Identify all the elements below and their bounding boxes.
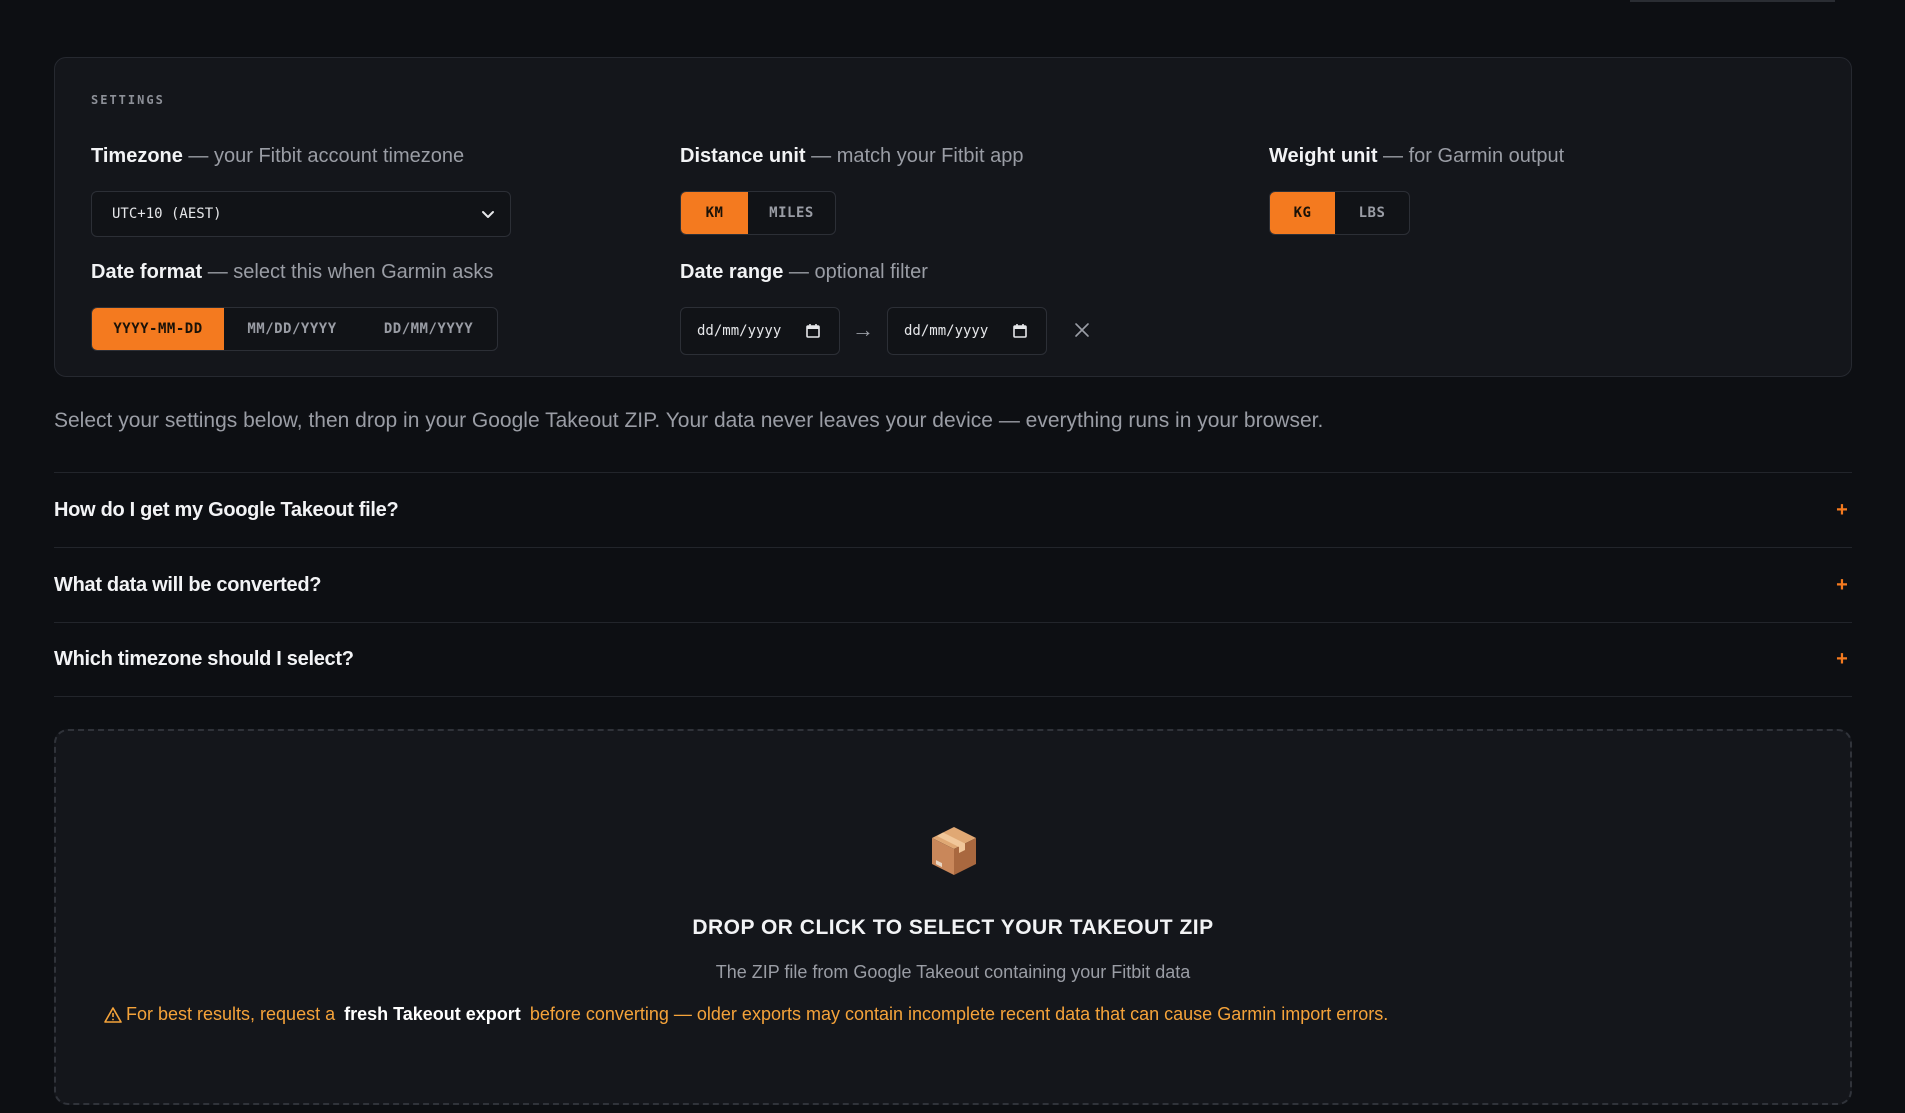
date-format-field: Date format — select this when Garmin as…	[91, 261, 498, 351]
weight-option-lbs[interactable]: LBS	[1335, 192, 1409, 234]
date-range-label-text: Date range	[680, 261, 784, 283]
calendar-icon[interactable]	[805, 323, 821, 339]
chevron-down-icon	[482, 211, 494, 218]
weight-unit-field: Weight unit — for Garmin output KG LBS	[1269, 145, 1564, 235]
faq-question: How do I get my Google Takeout file?	[54, 498, 399, 521]
weight-unit-label-text: Weight unit	[1269, 145, 1378, 167]
date-format-option-mm-dd-yyyy[interactable]: MM/DD/YYYY	[224, 308, 360, 350]
faq-question: Which timezone should I select?	[54, 648, 354, 670]
expand-plus-icon[interactable]: +	[1832, 574, 1852, 597]
warning-icon	[104, 1006, 122, 1023]
distance-unit-label-text: Distance unit	[680, 145, 806, 167]
date-format-option-yyyy-mm-dd[interactable]: YYYY-MM-DD	[92, 308, 224, 350]
date-end-placeholder: dd/mm/yyyy	[904, 323, 989, 339]
faq-item[interactable]: Which timezone should I select? +	[54, 622, 1852, 697]
dropzone-subtitle: The ZIP file from Google Takeout contain…	[715, 962, 1191, 982]
timezone-selected-value: UTC+10 (AEST)	[112, 206, 222, 222]
distance-option-km[interactable]: KM	[681, 192, 748, 234]
date-format-option-dd-mm-yyyy[interactable]: DD/MM/YYYY	[360, 308, 497, 350]
date-format-hint: — select this when Garmin asks	[202, 261, 494, 283]
faq-question: What data will be converted?	[54, 573, 322, 596]
date-range-start-input[interactable]: dd/mm/yyyy	[680, 307, 840, 355]
distance-unit-field: Distance unit — match your Fitbit app KM…	[680, 145, 1023, 235]
date-range-field: Date range — optional filter dd/mm/yyyy …	[680, 261, 1180, 361]
warning-text-strong: fresh Takeout export	[344, 1004, 521, 1024]
top-edge-divider	[1630, 0, 1835, 2]
faq-list: How do I get my Google Takeout file? + W…	[54, 472, 1852, 697]
timezone-select[interactable]: UTC+10 (AEST)	[91, 191, 511, 237]
timezone-field: Timezone — your Fitbit account timezone …	[91, 145, 511, 237]
weight-unit-hint: — for Garmin output	[1377, 145, 1565, 167]
date-range-hint: — optional filter	[783, 261, 928, 283]
package-box-icon	[932, 827, 976, 875]
date-range-label: Date range — optional filter	[680, 261, 1180, 284]
settings-panel: SETTINGS Timezone — your Fitbit account …	[54, 57, 1852, 377]
faq-item[interactable]: What data will be converted? +	[54, 547, 1852, 622]
distance-unit-toggle: KM MILES	[680, 191, 836, 235]
date-range-end-input[interactable]: dd/mm/yyyy	[887, 307, 1047, 355]
settings-heading: SETTINGS	[91, 93, 165, 107]
dropzone-title: DROP OR CLICK TO SELECT YOUR TAKEOUT ZIP	[692, 916, 1214, 939]
date-format-toggle: YYYY-MM-DD MM/DD/YYYY DD/MM/YYYY	[91, 307, 498, 351]
date-format-label-text: Date format	[91, 261, 203, 283]
timezone-hint: — your Fitbit account timezone	[182, 145, 465, 167]
timezone-label: Timezone — your Fitbit account timezone	[91, 145, 464, 168]
distance-unit-label: Distance unit — match your Fitbit app	[680, 145, 1023, 168]
date-format-label: Date format — select this when Garmin as…	[91, 261, 493, 284]
timezone-label-text: Timezone	[91, 145, 183, 167]
warning-text-after: before converting — older exports may co…	[529, 1004, 1389, 1024]
weight-unit-toggle: KG LBS	[1269, 191, 1410, 235]
fresh-export-warning: For best results, request a fresh Takeou…	[104, 1004, 1388, 1025]
distance-unit-hint: — match your Fitbit app	[805, 145, 1024, 167]
warning-text-before: For best results, request a	[126, 1004, 336, 1024]
intro-text: Select your settings below, then drop in…	[54, 409, 1324, 432]
expand-plus-icon[interactable]: +	[1832, 499, 1852, 522]
weight-option-kg[interactable]: KG	[1270, 192, 1335, 234]
clear-date-range-icon[interactable]	[1073, 321, 1091, 339]
calendar-icon[interactable]	[1012, 323, 1028, 339]
date-start-placeholder: dd/mm/yyyy	[697, 323, 782, 339]
distance-option-miles[interactable]: MILES	[748, 192, 835, 234]
takeout-dropzone[interactable]: DROP OR CLICK TO SELECT YOUR TAKEOUT ZIP…	[54, 729, 1852, 1105]
expand-plus-icon[interactable]: +	[1832, 648, 1852, 671]
weight-unit-label: Weight unit — for Garmin output	[1269, 145, 1564, 168]
date-range-arrow: →	[852, 317, 874, 342]
faq-item[interactable]: How do I get my Google Takeout file? +	[54, 472, 1852, 547]
